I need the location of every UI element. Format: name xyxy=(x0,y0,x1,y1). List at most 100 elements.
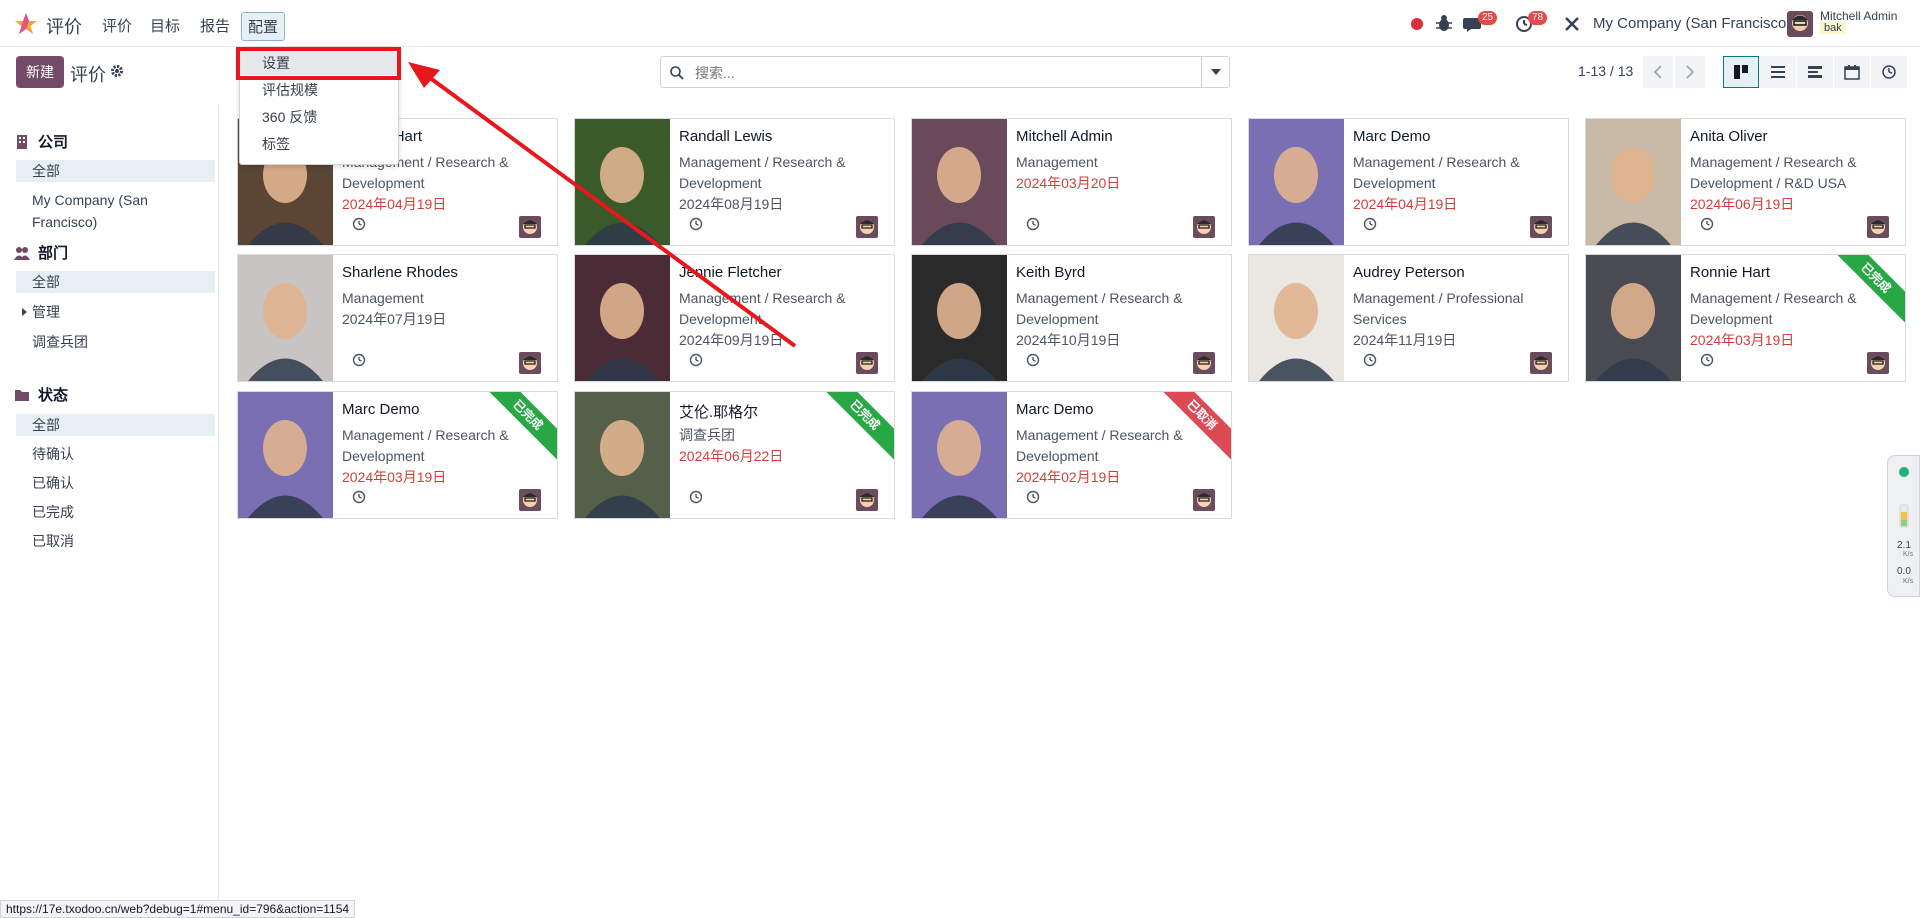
activity-clock-icon[interactable] xyxy=(1026,353,1040,367)
manager-avatar[interactable] xyxy=(519,216,541,238)
activity-clock-icon[interactable] xyxy=(689,490,703,504)
activity-clock-icon[interactable] xyxy=(1700,353,1714,367)
department-path: Management xyxy=(1016,154,1098,170)
search-panel: 公司 全部 My Company (San Francisco) 部门 全部 管… xyxy=(0,105,219,918)
activity-clock-icon[interactable] xyxy=(1363,353,1377,367)
appraisal-card[interactable]: Marc Demo Management / Research & Develop… xyxy=(1248,118,1569,246)
employee-photo xyxy=(575,119,670,245)
deadline-date: 2024年02月19日 xyxy=(1016,469,1121,485)
employee-photo xyxy=(1249,119,1344,245)
gear-icon[interactable] xyxy=(110,64,124,78)
record-icon[interactable] xyxy=(1406,13,1428,35)
filter-department-survey-corps[interactable]: 调查兵团 xyxy=(16,331,215,353)
user-name[interactable]: Mitchell Admin xyxy=(1820,9,1897,23)
view-list-button[interactable] xyxy=(1760,56,1796,88)
appraisal-card[interactable]: Jennie Fletcher Management / Research & D… xyxy=(574,254,895,382)
search-options-toggle[interactable] xyxy=(1201,57,1229,87)
activity-clock-icon[interactable] xyxy=(352,490,366,504)
clock-icon xyxy=(1882,65,1896,79)
manager-avatar[interactable] xyxy=(856,216,878,238)
appraisal-card[interactable]: Marc Demo Management / Research & Develop… xyxy=(911,391,1232,519)
employee-name: Jennie Fletcher xyxy=(679,264,782,281)
employee-photo xyxy=(575,255,670,381)
filter-status-to-confirm[interactable]: 待确认 xyxy=(16,443,215,465)
new-button[interactable]: 新建 xyxy=(16,56,64,88)
filter-company-title: 公司 xyxy=(38,134,69,151)
search-input[interactable] xyxy=(693,62,1183,84)
deadline-date: 2024年08月19日 xyxy=(679,196,784,212)
department-path: 调查兵团 xyxy=(679,427,735,443)
activity-clock-icon[interactable] xyxy=(689,353,703,367)
menu-goals[interactable]: 目标 xyxy=(144,12,186,39)
appraisal-card[interactable]: Mitchell Admin Management 2024年03月20日 xyxy=(911,118,1232,246)
manager-avatar[interactable] xyxy=(1193,489,1215,511)
user-avatar[interactable] xyxy=(1787,11,1813,37)
menu-item-assessment-scale[interactable]: 评估规模 xyxy=(240,78,398,102)
manager-avatar[interactable] xyxy=(856,489,878,511)
manager-avatar[interactable] xyxy=(1867,216,1889,238)
menu-configuration[interactable]: 配置 xyxy=(241,12,286,41)
appraisal-card[interactable]: Randall Lewis Management / Research & Dev… xyxy=(574,118,895,246)
filter-status-all[interactable]: 全部 xyxy=(16,414,215,436)
activity-clock-icon[interactable] xyxy=(1026,490,1040,504)
tools-icon[interactable] xyxy=(1561,13,1583,35)
manager-avatar[interactable] xyxy=(1530,352,1552,374)
bug-icon[interactable] xyxy=(1433,13,1455,35)
manager-avatar[interactable] xyxy=(1193,216,1215,238)
upload-speed: 2.1 xyxy=(1897,540,1911,551)
top-navbar: 评价 评价 目标 报告 配置 25 78 My Company (San Fra… xyxy=(0,0,1920,47)
menu-reports[interactable]: 报告 xyxy=(194,12,236,39)
view-activity-button[interactable] xyxy=(1871,56,1907,88)
view-activity-list-button[interactable] xyxy=(1797,56,1833,88)
appraisal-card[interactable]: Audrey Peterson Management / Professional… xyxy=(1248,254,1569,382)
menu-appraisal[interactable]: 评价 xyxy=(96,12,138,39)
filter-company-my-company[interactable]: My Company (San Francisco) xyxy=(16,189,215,230)
page-title: 评价 xyxy=(70,65,106,85)
manager-avatar[interactable] xyxy=(519,489,541,511)
view-calendar-button[interactable] xyxy=(1834,56,1870,88)
activity-clock-icon[interactable] xyxy=(352,353,366,367)
employee-photo xyxy=(238,392,333,518)
filter-status-cancelled[interactable]: 已取消 xyxy=(16,530,215,552)
employee-name: Marc Demo xyxy=(1353,128,1431,145)
appraisal-card[interactable]: Ronnie Hart Management / Research & Devel… xyxy=(1585,254,1906,382)
search-bar[interactable] xyxy=(660,56,1230,88)
view-kanban-button[interactable] xyxy=(1723,56,1759,88)
employee-name: Randall Lewis xyxy=(679,128,773,145)
filter-company-all[interactable]: 全部 xyxy=(16,160,215,182)
employee-name: Keith Byrd xyxy=(1016,264,1086,281)
pager-value[interactable]: 1-13 / 13 xyxy=(1578,63,1633,79)
activity-clock-icon[interactable] xyxy=(1700,217,1714,231)
app-name[interactable]: 评价 xyxy=(46,13,82,39)
appraisal-card[interactable]: 艾伦.耶格尔 调查兵团 2024年06月22日 已完成 xyxy=(574,391,895,519)
deadline-date: 2024年11月19日 xyxy=(1353,332,1457,348)
odoo-star-icon[interactable] xyxy=(14,12,38,36)
activity-clock-icon[interactable] xyxy=(1026,217,1040,231)
filter-department-management[interactable]: 管理 xyxy=(16,301,215,323)
company-switcher[interactable]: My Company (San Francisco) xyxy=(1593,15,1791,32)
manager-avatar[interactable] xyxy=(1530,216,1552,238)
pager-next-button[interactable] xyxy=(1675,56,1705,88)
appraisal-card[interactable]: Marc Demo Management / Research & Develop… xyxy=(237,391,558,519)
manager-avatar[interactable] xyxy=(1867,352,1889,374)
appraisal-card[interactable]: Anita Oliver Management / Research & Deve… xyxy=(1585,118,1906,246)
menu-item-360-feedback[interactable]: 360 反馈 xyxy=(240,105,398,129)
manager-avatar[interactable] xyxy=(1193,352,1215,374)
activity-clock-icon[interactable] xyxy=(352,217,366,231)
network-speed-widget[interactable]: 2.1 K/s 0.0 K/s xyxy=(1887,455,1920,597)
activity-clock-icon[interactable] xyxy=(1363,217,1377,231)
menu-item-tags[interactable]: 标签 xyxy=(240,132,398,156)
employee-photo xyxy=(575,392,670,518)
filter-company-header: 公司 xyxy=(14,131,68,152)
manager-avatar[interactable] xyxy=(856,352,878,374)
department-path: Management / Research & Development xyxy=(679,290,846,327)
appraisal-card[interactable]: Keith Byrd Management / Research & Develo… xyxy=(911,254,1232,382)
deadline-date: 2024年04月19日 xyxy=(342,196,447,212)
filter-department-all[interactable]: 全部 xyxy=(16,271,215,293)
filter-status-done[interactable]: 已完成 xyxy=(16,501,215,523)
pager-previous-button[interactable] xyxy=(1643,56,1673,88)
appraisal-card[interactable]: Sharlene Rhodes Management 2024年07月19日 xyxy=(237,254,558,382)
activity-clock-icon[interactable] xyxy=(689,217,703,231)
manager-avatar[interactable] xyxy=(519,352,541,374)
filter-status-confirmed[interactable]: 已确认 xyxy=(16,472,215,494)
